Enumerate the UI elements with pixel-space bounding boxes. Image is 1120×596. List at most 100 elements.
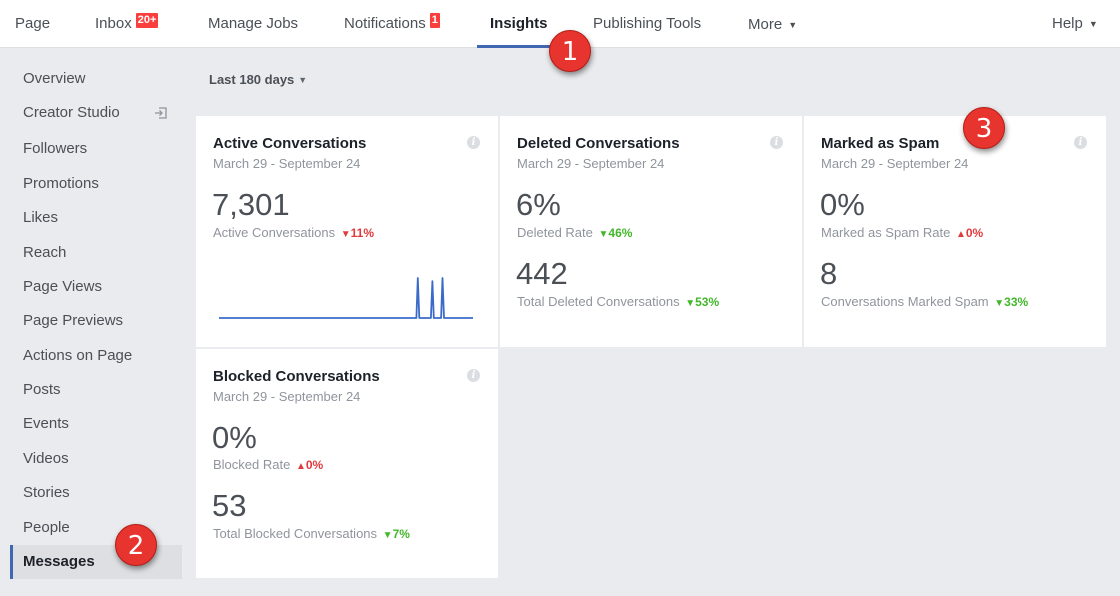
metric-value: 442 — [516, 256, 568, 291]
nav-help[interactable]: Help ▼ — [1052, 0, 1098, 48]
metric-value: 7,301 — [212, 187, 290, 222]
sidebar-item-label: Page Previews — [23, 312, 124, 329]
nav-publishing-tools[interactable]: Publishing Tools — [593, 0, 701, 48]
metric-label: Active Conversations — [213, 225, 336, 240]
card-title: Blocked Conversations — [213, 368, 380, 385]
sidebar-item-label: Messages — [23, 553, 95, 570]
metric-label-row: Active Conversations ▼11% — [213, 225, 374, 240]
info-icon[interactable]: i — [467, 369, 480, 382]
metric-label: Marked as Spam Rate — [821, 225, 951, 240]
caret-down-icon: ▼ — [298, 75, 308, 85]
metric-label-row: Total Blocked Conversations ▼7% — [213, 526, 410, 541]
sparkline-line — [219, 277, 473, 319]
change-value: 53% — [695, 295, 720, 309]
nav-notifications[interactable]: Notifications 1 — [344, 0, 441, 48]
nav-inbox-label: Inbox — [95, 15, 132, 32]
sidebar-item-actions-on-page[interactable]: Actions on Page — [10, 339, 182, 373]
sidebar-item-label: Videos — [23, 450, 69, 467]
change-indicator: ▼33% — [994, 295, 1028, 309]
change-value: 33% — [1004, 295, 1029, 309]
metric-value: 0% — [820, 187, 865, 222]
change-indicator: ▼46% — [599, 226, 633, 240]
arrow-down-icon: ▼ — [994, 298, 1005, 309]
nav-more[interactable]: More ▼ — [748, 1, 797, 49]
card-title: Marked as Spam — [821, 135, 940, 152]
annotation-marker-3: 3 — [963, 107, 1005, 149]
change-indicator: ▼7% — [383, 527, 410, 541]
info-icon[interactable]: i — [770, 136, 783, 149]
nav-insights-label: Insights — [490, 15, 548, 32]
sidebar-item-label: Reach — [23, 244, 67, 261]
metric-value: 8 — [820, 256, 838, 291]
change-value: 0% — [965, 226, 984, 240]
card-title: Deleted Conversations — [517, 135, 680, 152]
nav-publishing-tools-label: Publishing Tools — [593, 15, 702, 32]
inbox-count-badge: 20+ — [134, 12, 160, 29]
metric-value: 6% — [516, 187, 561, 222]
sidebar-item-label: Promotions — [23, 175, 99, 192]
metric-label-row: Conversations Marked Spam ▼33% — [821, 294, 1028, 309]
metric-label-row: Blocked Rate ▲0% — [213, 457, 323, 472]
nav-page-label: Page — [15, 15, 51, 32]
change-value: 7% — [392, 527, 410, 541]
metric-label: Total Blocked Conversations — [213, 526, 378, 541]
metric-value: 0% — [212, 420, 257, 455]
sidebar-item-overview[interactable]: Overview — [10, 62, 182, 96]
sidebar-item-label: Actions on Page — [23, 347, 133, 364]
nav-insights[interactable]: Insights — [490, 0, 548, 48]
sidebar-item-followers[interactable]: Followers — [10, 132, 182, 166]
date-range-dropdown[interactable]: Last 180 days ▼ — [209, 72, 307, 87]
card-date-range: March 29 - September 24 — [213, 156, 361, 171]
sidebar-item-label: Events — [23, 415, 69, 432]
change-indicator: ▲0% — [296, 458, 323, 472]
change-indicator: ▼53% — [685, 295, 719, 309]
info-icon[interactable]: i — [1074, 136, 1087, 149]
sidebar-item-promotions[interactable]: Promotions — [10, 167, 182, 201]
sidebar-item-stories[interactable]: Stories — [10, 476, 182, 510]
sidebar-item-posts[interactable]: Posts — [10, 373, 182, 407]
arrow-up-icon: ▲ — [295, 461, 306, 472]
card-title: Active Conversations — [213, 135, 367, 152]
change-value: 46% — [608, 226, 633, 240]
card-date-range: March 29 - September 24 — [821, 156, 969, 171]
sidebar-item-label: Creator Studio — [23, 104, 120, 121]
nav-manage-jobs[interactable]: Manage Jobs — [208, 0, 298, 48]
card-deleted-conversations: Deleted Conversations i March 29 - Septe… — [500, 116, 802, 347]
sidebar-item-likes[interactable]: Likes — [10, 201, 182, 235]
nav-more-label: More — [748, 16, 783, 33]
sidebar-item-creator-studio[interactable]: Creator Studio — [10, 96, 182, 130]
arrow-down-icon: ▼ — [340, 229, 351, 240]
sidebar-item-label: People — [23, 519, 70, 536]
nav-page[interactable]: Page — [15, 0, 50, 48]
sidebar-item-label: Overview — [23, 70, 86, 87]
metric-label-row: Total Deleted Conversations ▼53% — [517, 294, 719, 309]
nav-inbox[interactable]: Inbox 20+ — [95, 0, 160, 48]
sidebar-item-label: Likes — [23, 209, 59, 226]
sidebar-item-label: Posts — [23, 381, 61, 398]
change-value: 11% — [350, 226, 375, 240]
metric-label-row: Deleted Rate ▼46% — [517, 225, 632, 240]
card-date-range: March 29 - September 24 — [213, 389, 361, 404]
nav-notifications-label: Notifications — [344, 15, 426, 32]
external-link-icon — [155, 107, 167, 119]
date-range-label: Last 180 days — [209, 72, 295, 87]
sidebar-item-page-previews[interactable]: Page Previews — [10, 304, 182, 338]
caret-down-icon: ▼ — [788, 20, 798, 30]
change-indicator: ▼11% — [341, 226, 374, 240]
active-conversations-sparkline — [219, 277, 473, 319]
sidebar-item-videos[interactable]: Videos — [10, 442, 182, 476]
sidebar-item-events[interactable]: Events — [10, 407, 182, 441]
info-icon[interactable]: i — [467, 136, 480, 149]
arrow-down-icon: ▼ — [382, 530, 393, 541]
change-value: 0% — [305, 458, 324, 472]
card-date-range: March 29 - September 24 — [517, 156, 665, 171]
nav-help-label: Help — [1052, 15, 1083, 32]
arrow-down-icon: ▼ — [598, 229, 609, 240]
arrow-down-icon: ▼ — [685, 298, 696, 309]
annotation-marker-2: 2 — [115, 524, 157, 566]
sidebar-item-label: Page Views — [23, 278, 102, 295]
sidebar-item-page-views[interactable]: Page Views — [10, 270, 182, 304]
card-active-conversations: Active Conversations i March 29 - Septem… — [196, 116, 498, 347]
sidebar-item-reach[interactable]: Reach — [10, 236, 182, 270]
arrow-up-icon: ▲ — [955, 229, 966, 240]
